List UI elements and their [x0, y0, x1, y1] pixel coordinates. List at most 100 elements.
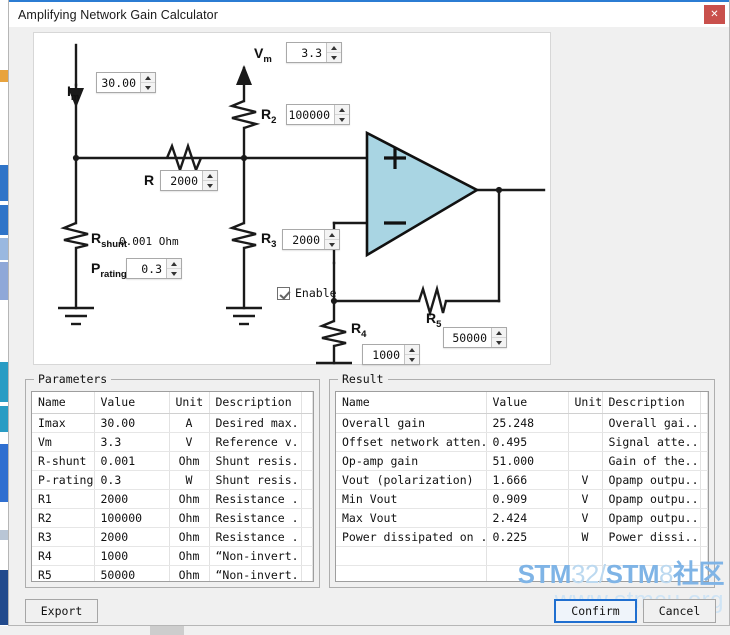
prating-input[interactable]: 0.3	[126, 258, 182, 279]
close-icon[interactable]: ✕	[704, 5, 725, 24]
cancel-button[interactable]: Cancel	[643, 599, 716, 623]
cell-description[interactable]: Resistance ...	[209, 508, 302, 528]
r1-stepper[interactable]	[202, 171, 217, 190]
imax-input[interactable]: 30.00	[96, 72, 156, 93]
stepper-up-icon[interactable]	[327, 43, 341, 53]
enable-checkbox[interactable]	[277, 286, 290, 300]
cell-description[interactable]	[602, 565, 701, 581]
cell-unit[interactable]	[568, 413, 603, 433]
cell-description[interactable]: Overall gai...	[602, 413, 701, 433]
cell-value[interactable]: 25.248	[486, 413, 569, 433]
vm-stepper[interactable]	[326, 43, 341, 62]
stepper-up-icon[interactable]	[405, 345, 419, 355]
cell-name[interactable]	[336, 546, 487, 566]
cell-value[interactable]: 51.000	[486, 451, 569, 471]
cell-unit[interactable]	[568, 565, 603, 581]
vm-input[interactable]: 3.3	[286, 42, 342, 63]
enable-checkbox-row[interactable]: Enable	[277, 286, 337, 300]
stepper-down-icon[interactable]	[405, 355, 419, 364]
cell-description[interactable]: Shunt resis...	[209, 470, 302, 490]
col-header-unit[interactable]: Unit	[568, 392, 603, 414]
col-header-description[interactable]: Description	[209, 392, 302, 414]
stepper-down-icon[interactable]	[167, 269, 181, 278]
cell-description[interactable]: Power dissi...	[602, 527, 701, 547]
col-header-extra[interactable]	[700, 392, 708, 414]
cell-extra[interactable]	[700, 432, 708, 452]
cell-extra[interactable]	[301, 527, 313, 547]
cell-extra[interactable]	[301, 432, 313, 452]
cell-value[interactable]: 1000	[94, 546, 170, 566]
cell-unit[interactable]: Ohm	[169, 489, 210, 509]
stepper-up-icon[interactable]	[325, 230, 339, 240]
cell-unit[interactable]: A	[169, 413, 210, 433]
cell-name[interactable]: R3	[32, 527, 95, 547]
cell-description[interactable]: Resistance ...	[209, 489, 302, 509]
cell-extra[interactable]	[301, 489, 313, 509]
cell-extra[interactable]	[301, 565, 313, 581]
cell-extra[interactable]	[301, 413, 313, 433]
cell-name[interactable]: Vout (polarization)	[336, 470, 487, 490]
col-header-unit[interactable]: Unit	[169, 392, 210, 414]
cell-description[interactable]: Opamp outpu...	[602, 508, 701, 528]
cell-unit[interactable]: V	[169, 432, 210, 452]
cell-description[interactable]: Opamp outpu...	[602, 470, 701, 490]
stepper-down-icon[interactable]	[203, 181, 217, 190]
r4-input[interactable]: 1000	[362, 344, 420, 365]
cell-value[interactable]: 0.495	[486, 432, 569, 452]
cell-extra[interactable]	[301, 451, 313, 471]
prating-stepper[interactable]	[166, 259, 181, 278]
imax-value[interactable]: 30.00	[97, 73, 140, 92]
background-horizontal-scrollbar[interactable]	[0, 626, 730, 635]
cell-unit[interactable]: Ohm	[169, 527, 210, 547]
cell-description[interactable]	[602, 546, 701, 566]
cell-extra[interactable]	[700, 470, 708, 490]
cell-description[interactable]: Opamp outpu...	[602, 489, 701, 509]
r5-value[interactable]: 50000	[444, 328, 491, 347]
stepper-up-icon[interactable]	[335, 105, 349, 115]
cell-extra[interactable]	[700, 489, 708, 509]
cell-name[interactable]: R4	[32, 546, 95, 566]
cell-value[interactable]	[486, 546, 569, 566]
stepper-down-icon[interactable]	[492, 338, 506, 347]
r3-value[interactable]: 2000	[283, 230, 324, 249]
cell-name[interactable]: P-rating	[32, 470, 95, 490]
cell-unit[interactable]: Ohm	[169, 546, 210, 566]
cell-unit[interactable]: Ohm	[169, 451, 210, 471]
cell-unit[interactable]: V	[568, 489, 603, 509]
col-header-extra[interactable]	[301, 392, 313, 414]
cell-value[interactable]: 0.909	[486, 489, 569, 509]
cell-name[interactable]: Overall gain	[336, 413, 487, 433]
result-table-wrap[interactable]: Name Value Unit Description Overall gain…	[335, 391, 709, 582]
stepper-up-icon[interactable]	[141, 73, 155, 83]
stepper-down-icon[interactable]	[141, 83, 155, 92]
cell-value[interactable]: 2000	[94, 489, 170, 509]
cell-unit[interactable]	[568, 432, 603, 452]
r4-stepper[interactable]	[404, 345, 419, 364]
confirm-button[interactable]: Confirm	[554, 599, 637, 623]
cell-value[interactable]: 50000	[94, 565, 170, 581]
cell-extra[interactable]	[301, 508, 313, 528]
col-header-value[interactable]: Value	[486, 392, 569, 414]
r5-input[interactable]: 50000	[443, 327, 507, 348]
r4-value[interactable]: 1000	[363, 345, 404, 364]
cell-extra[interactable]	[700, 413, 708, 433]
cell-name[interactable]: R2	[32, 508, 95, 528]
cell-description[interactable]: Signal atte...	[602, 432, 701, 452]
cell-value[interactable]: 0.225	[486, 527, 569, 547]
cell-value[interactable]: 100000	[94, 508, 170, 528]
imax-stepper[interactable]	[140, 73, 155, 92]
cell-extra[interactable]	[700, 565, 708, 581]
vm-value[interactable]: 3.3	[287, 43, 326, 62]
cell-description[interactable]: “Non-invert...	[209, 546, 302, 566]
cell-value[interactable]: 2000	[94, 527, 170, 547]
r1-value[interactable]: 2000	[161, 171, 202, 190]
stepper-down-icon[interactable]	[325, 240, 339, 249]
cell-name[interactable]: R1	[32, 489, 95, 509]
cell-description[interactable]: Reference v...	[209, 432, 302, 452]
stepper-up-icon[interactable]	[167, 259, 181, 269]
cell-name[interactable]: Vm	[32, 432, 95, 452]
cell-description[interactable]: Desired max...	[209, 413, 302, 433]
cell-unit[interactable]: V	[568, 470, 603, 490]
export-button[interactable]: Export	[25, 599, 98, 623]
cell-unit[interactable]: W	[169, 470, 210, 490]
